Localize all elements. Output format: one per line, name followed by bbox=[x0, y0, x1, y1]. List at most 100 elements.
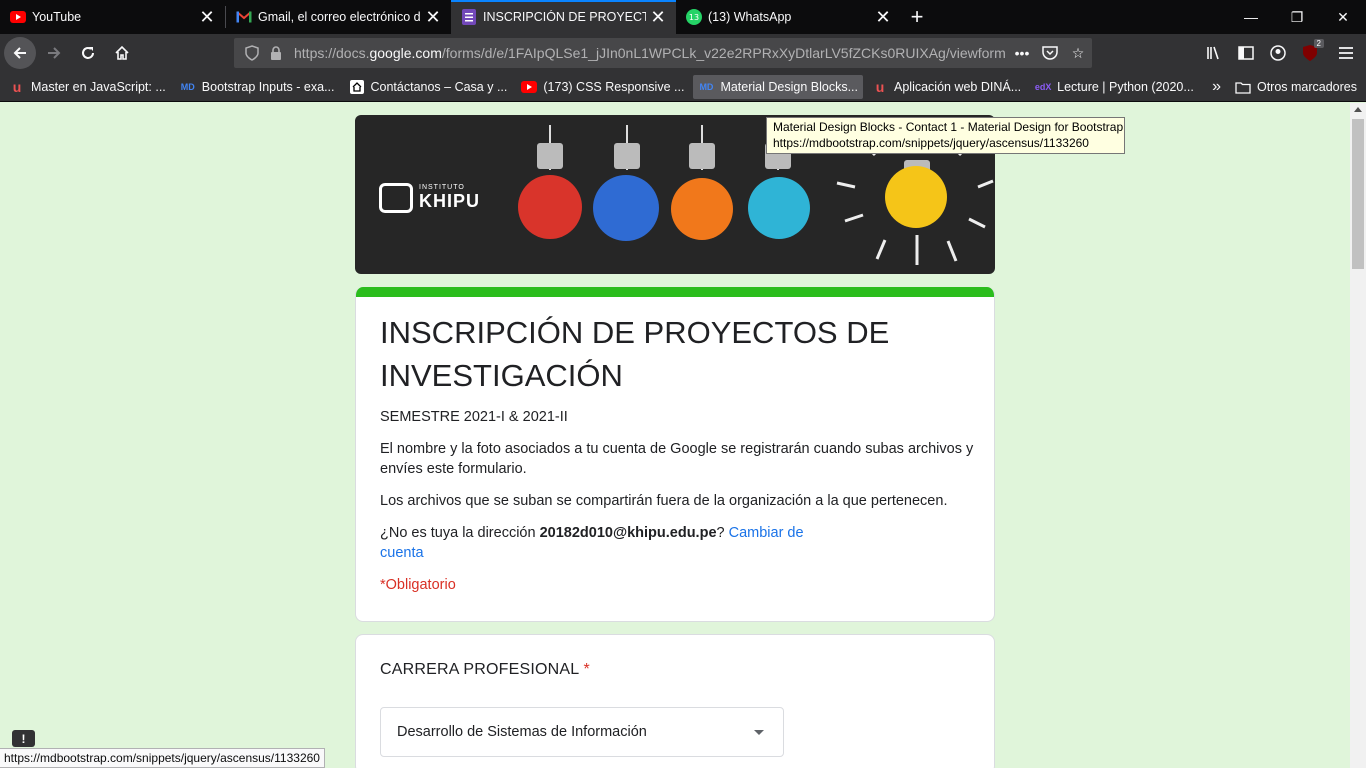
home-icon bbox=[115, 45, 129, 60]
close-tab-icon[interactable]: ✕ bbox=[871, 5, 895, 29]
close-window-button[interactable]: ✕ bbox=[1320, 0, 1366, 34]
url-text[interactable]: https://docs.google.com/forms/d/e/1FAIpQ… bbox=[286, 45, 1008, 61]
report-issue-icon[interactable]: ! bbox=[12, 730, 35, 747]
bookmark-item[interactable]: edX Lecture | Python (2020... bbox=[1030, 75, 1199, 99]
back-button[interactable] bbox=[4, 37, 36, 69]
tracking-shield-icon[interactable] bbox=[238, 45, 266, 61]
account-suffix: ? bbox=[716, 525, 729, 541]
question-card-carrera: CARRERA PROFESIONAL * Desarrollo de Sist… bbox=[355, 634, 995, 768]
mdb-icon: MD bbox=[180, 81, 195, 92]
dropdown-selected-value: Desarrollo de Sistemas de Información bbox=[397, 724, 647, 740]
tab-bar: YouTube ✕ Gmail, el correo electrónico d… bbox=[0, 0, 1366, 34]
casa-icon bbox=[349, 79, 365, 95]
sidebar-icon[interactable] bbox=[1230, 37, 1262, 69]
navigation-bar: https://docs.google.com/forms/d/e/1FAIpQ… bbox=[0, 34, 1366, 72]
library-icon[interactable] bbox=[1198, 37, 1230, 69]
bookmark-label: Bootstrap Inputs - exa... bbox=[201, 79, 335, 94]
khipu-logo-mark bbox=[379, 183, 413, 213]
gmail-icon bbox=[236, 9, 252, 25]
forward-arrow-icon bbox=[48, 47, 61, 59]
account-notice: ¿No es tuya la dirección 20182d010@khipu… bbox=[380, 523, 810, 563]
url-prefix: https://docs. bbox=[294, 45, 370, 61]
close-tab-icon[interactable]: ✕ bbox=[646, 5, 670, 29]
logo-small-text: INSTITUTO bbox=[419, 184, 465, 191]
form-title: INSCRIPCIÓN DE PROYECTOS DE INVESTIGACIÓ… bbox=[380, 315, 890, 393]
reload-button[interactable] bbox=[72, 37, 104, 69]
form-notice-1: El nombre y la foto asociados a tu cuent… bbox=[380, 441, 974, 477]
tab-gmail[interactable]: Gmail, el correo electrónico de Google ✕ bbox=[226, 0, 451, 34]
bookmark-item[interactable]: Contáctanos – Casa y ... bbox=[344, 75, 513, 99]
udemy-icon: u bbox=[875, 78, 885, 95]
new-tab-button[interactable]: + bbox=[901, 0, 933, 34]
account-email: 20182d010@khipu.edu.pe bbox=[539, 525, 717, 541]
reload-icon bbox=[82, 47, 94, 59]
address-bar[interactable]: https://docs.google.com/forms/d/e/1FAIpQ… bbox=[234, 38, 1092, 68]
restore-button[interactable]: ❐ bbox=[1274, 0, 1320, 34]
minimize-button[interactable]: — bbox=[1228, 0, 1274, 34]
page-content: INSTITUTO KHIPU INSCRIPCIÓN DE PROYECTOS… bbox=[0, 103, 1350, 768]
accent-bar bbox=[356, 287, 994, 297]
tab-title: YouTube bbox=[32, 10, 82, 24]
tab-title: (13) WhatsApp bbox=[708, 10, 792, 24]
mdb-icon: MD bbox=[699, 81, 714, 92]
bookmark-label: (173) CSS Responsive ... bbox=[543, 79, 685, 94]
url-domain: google.com bbox=[369, 45, 442, 61]
bookmark-label: Contáctanos – Casa y ... bbox=[370, 79, 508, 94]
logo-big-text: KHIPU bbox=[419, 191, 481, 211]
other-bookmarks-folder[interactable]: Otros marcadores bbox=[1230, 75, 1362, 99]
form-header-card: INSCRIPCIÓN DE PROYECTOS DE INVESTIGACIÓ… bbox=[355, 287, 995, 622]
dropdown-caret-icon bbox=[754, 730, 764, 735]
youtube-icon bbox=[10, 9, 26, 25]
bookmark-label: Otros marcadores bbox=[1256, 80, 1357, 94]
chevron-right-icon[interactable]: » bbox=[1207, 75, 1226, 99]
ublock-badge: 2 bbox=[1313, 39, 1324, 48]
close-tab-icon[interactable]: ✕ bbox=[195, 5, 219, 29]
whatsapp-icon: 13 bbox=[686, 9, 702, 25]
bookmark-item[interactable]: (173) CSS Responsive ... bbox=[516, 75, 689, 99]
forward-button[interactable] bbox=[38, 37, 70, 69]
form-semester: SEMESTRE 2021-I & 2021-II bbox=[380, 409, 568, 425]
whatsapp-badge: 13 bbox=[689, 13, 699, 22]
carrera-dropdown[interactable]: Desarrollo de Sistemas de Información bbox=[380, 707, 784, 757]
tab-forms[interactable]: INSCRIPCIÓN DE PROYECTOS DE INVESTIGACIÓ… bbox=[451, 0, 676, 34]
tab-whatsapp[interactable]: 13 (13) WhatsApp ✕ bbox=[676, 0, 901, 34]
scroll-up-icon[interactable] bbox=[1354, 107, 1362, 112]
bookmarks-bar: u Master en JavaScript: ... MD Bootstrap… bbox=[0, 72, 1366, 102]
question-label: CARRERA PROFESIONAL bbox=[380, 661, 579, 678]
question-title: CARRERA PROFESIONAL * bbox=[380, 661, 590, 679]
khipu-logo: INSTITUTO KHIPU bbox=[379, 183, 480, 213]
bookmark-label: Material Design Blocks... bbox=[720, 79, 858, 94]
bookmark-star-icon[interactable]: ☆ bbox=[1064, 45, 1092, 62]
ublock-icon[interactable]: 2 bbox=[1294, 37, 1326, 69]
tab-title: Gmail, el correo electrónico de Google bbox=[258, 10, 421, 24]
account-prefix: ¿No es tuya la dirección bbox=[380, 525, 540, 541]
status-bar-url: https://mdbootstrap.com/snippets/jquery/… bbox=[0, 748, 325, 768]
bookmark-item[interactable]: u Master en JavaScript: ... bbox=[4, 75, 171, 99]
bookmark-item[interactable]: MD Material Design Blocks... bbox=[693, 74, 863, 99]
lock-icon[interactable] bbox=[266, 46, 286, 60]
bookmark-label: Master en JavaScript: ... bbox=[31, 79, 166, 94]
bookmark-tooltip: Material Design Blocks - Contact 1 - Mat… bbox=[766, 117, 1125, 154]
tab-title: INSCRIPCIÓN DE PROYECTOS DE INVESTIGACIÓ… bbox=[483, 10, 646, 24]
bookmark-item[interactable]: u Aplicación web DINÁ... bbox=[867, 75, 1026, 99]
forms-icon bbox=[461, 9, 477, 25]
bookmark-item[interactable]: MD Bootstrap Inputs - exa... bbox=[175, 75, 340, 99]
toolbar-right: 2 bbox=[1198, 34, 1366, 72]
bookmark-label: Lecture | Python (2020... bbox=[1057, 79, 1194, 94]
tooltip-url: https://mdbootstrap.com/snippets/jquery/… bbox=[773, 136, 1089, 150]
page-scrollbar[interactable] bbox=[1350, 103, 1366, 768]
window-controls: — ❐ ✕ bbox=[1228, 0, 1366, 34]
close-tab-icon[interactable]: ✕ bbox=[421, 5, 445, 29]
edx-icon: edX bbox=[1034, 81, 1052, 92]
tooltip-title: Material Design Blocks - Contact 1 - Mat… bbox=[773, 120, 1124, 134]
account-icon[interactable] bbox=[1262, 37, 1294, 69]
url-path: /forms/d/e/1FAIpQLSe1_jJIn0nL1WPCLk_v22e… bbox=[441, 45, 1006, 61]
required-note: *Obligatorio bbox=[380, 577, 456, 593]
home-button[interactable] bbox=[106, 37, 138, 69]
page-actions-icon[interactable]: ••• bbox=[1008, 45, 1036, 61]
menu-icon[interactable] bbox=[1330, 37, 1362, 69]
scrollbar-thumb[interactable] bbox=[1352, 119, 1364, 269]
pocket-icon[interactable] bbox=[1036, 46, 1064, 60]
bookmark-label: Aplicación web DINÁ... bbox=[894, 79, 1022, 94]
tab-youtube[interactable]: YouTube ✕ bbox=[0, 0, 225, 34]
